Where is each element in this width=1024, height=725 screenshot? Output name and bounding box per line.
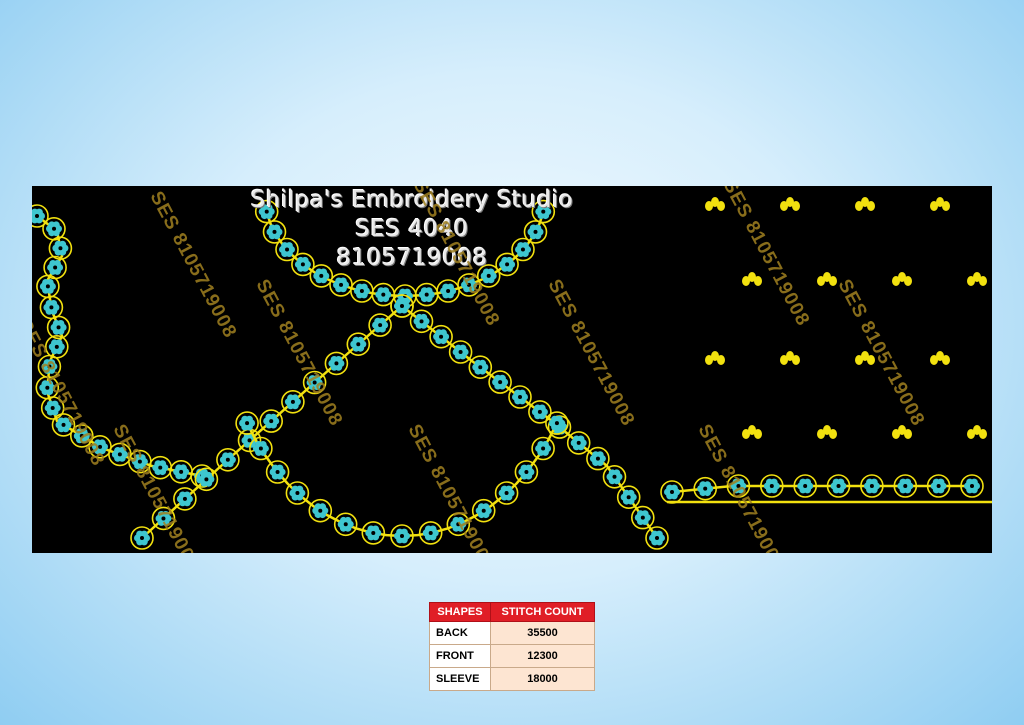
brand-block: Shilpa's Embroidery Studio SES 4040 8105… xyxy=(202,186,622,273)
flower-motif xyxy=(440,283,457,299)
flower-motif xyxy=(697,481,714,497)
flower-motif xyxy=(173,464,190,480)
stitch-count-table: SHAPES STITCH COUNT BACK 35500 FRONT 123… xyxy=(429,602,595,691)
buti-motif xyxy=(817,425,837,439)
shape-cell: SLEEVE xyxy=(429,667,491,691)
shape-cell: BACK xyxy=(429,621,491,645)
stitch-count-cell: 35500 xyxy=(490,621,595,645)
gold-outline xyxy=(245,422,559,538)
flower-motif xyxy=(606,469,623,485)
flower-motif xyxy=(830,478,847,494)
buti-motif xyxy=(930,197,950,211)
buti-motif xyxy=(742,425,762,439)
design-code: SES 4040 xyxy=(355,216,469,242)
table-header-row: SHAPES STITCH COUNT xyxy=(429,602,595,622)
flower-motif xyxy=(394,528,410,544)
flower-motif xyxy=(50,320,67,335)
table-row: BACK 35500 xyxy=(429,621,595,645)
flower-motif xyxy=(52,240,69,256)
stitch-count-cell: 18000 xyxy=(490,667,595,691)
flower-motif xyxy=(649,530,666,546)
flower-motif xyxy=(239,415,256,431)
flower-motif xyxy=(39,279,56,294)
buti-motif xyxy=(780,351,800,365)
embroidery-design-canvas: Shilpa's Embroidery Studio SES 4040 8105… xyxy=(32,186,992,553)
flower-motif xyxy=(375,287,392,303)
flower-motif xyxy=(333,277,349,293)
buti-motif xyxy=(742,272,762,286)
flower-motif xyxy=(43,300,60,315)
table-row: SLEEVE 18000 xyxy=(429,667,595,691)
flower-motif xyxy=(863,478,880,494)
column-header-stitch-count: STITCH COUNT xyxy=(490,602,595,622)
flower-motif xyxy=(337,516,354,532)
table-row: FRONT 12300 xyxy=(429,644,595,668)
buti-motif xyxy=(892,272,912,286)
shape-cell: FRONT xyxy=(429,644,491,668)
buti-motif xyxy=(967,425,987,439)
flower-motif xyxy=(353,283,370,299)
column-header-shapes: SHAPES xyxy=(429,602,491,622)
flower-motif xyxy=(897,478,914,494)
flower-motif xyxy=(797,478,814,494)
flower-motif xyxy=(47,260,64,275)
flower-motif xyxy=(664,484,681,500)
flower-motif xyxy=(365,525,382,541)
flower-motif xyxy=(422,525,439,541)
buti-motif xyxy=(817,272,837,286)
buti-motif xyxy=(967,272,987,286)
stitch-count-cell: 12300 xyxy=(490,644,595,668)
buti-motif xyxy=(780,197,800,211)
flower-motif xyxy=(535,441,552,456)
flower-motif xyxy=(418,287,435,303)
brand-phone: 8105719008 xyxy=(336,245,488,271)
flower-motif xyxy=(763,478,780,494)
flower-motif xyxy=(634,510,651,525)
flower-motif xyxy=(964,478,981,494)
buti-motif xyxy=(930,351,950,365)
buti-motif xyxy=(705,351,725,365)
flower-motif xyxy=(620,489,637,505)
buti-motif xyxy=(705,197,725,211)
flower-motif xyxy=(930,478,947,494)
buti-motif xyxy=(855,197,875,211)
